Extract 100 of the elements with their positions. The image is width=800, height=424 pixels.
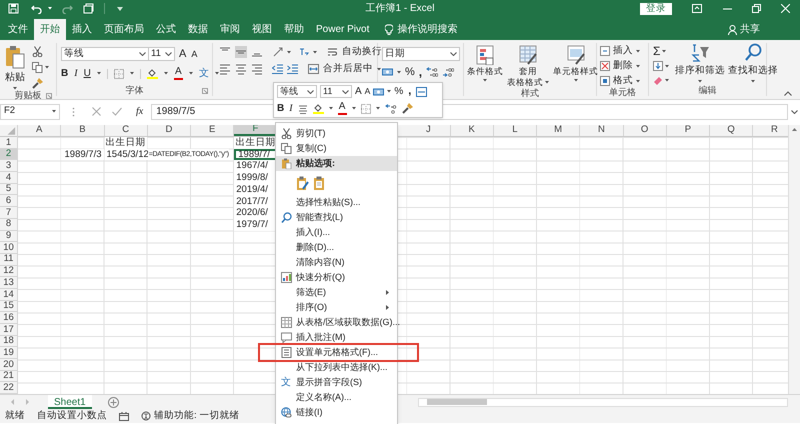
column-header[interactable]: M (537, 125, 580, 136)
column-header[interactable]: Q (710, 125, 754, 136)
caret-icon[interactable] (45, 66, 49, 69)
format-painter-icon[interactable] (32, 78, 43, 89)
caret-icon[interactable] (328, 107, 333, 110)
vertical-scrollbar[interactable] (788, 125, 800, 394)
ribbon-tab[interactable]: 帮助 (278, 19, 310, 40)
dialog-launcher-icon[interactable] (202, 88, 208, 94)
caret-icon[interactable] (397, 70, 401, 74)
tell-me-search[interactable]: 操作说明搜索 (397, 22, 458, 37)
menu-item[interactable]: 显示拼音字段(S) (296, 376, 362, 390)
undo-icon[interactable] (31, 4, 42, 14)
decrease-decimal-icon[interactable] (442, 67, 454, 77)
borders-icon[interactable] (114, 68, 124, 78)
table-cell[interactable]: 出生日期 (104, 137, 147, 149)
font-name-dropdown[interactable]: 等线 (61, 47, 149, 61)
insert-cells-button[interactable]: 插入 (600, 45, 640, 57)
caret-icon[interactable] (352, 107, 356, 110)
row-header[interactable]: 8 (0, 218, 18, 230)
column-header[interactable]: B (61, 125, 104, 136)
caret-icon[interactable] (313, 50, 317, 54)
menu-item[interactable]: 智能查找(L) (296, 210, 343, 224)
table-cell[interactable]: 2017/7/ (234, 195, 276, 208)
row-header[interactable]: 14 (0, 288, 18, 301)
menu-item[interactable]: 剪切(T) (296, 126, 326, 140)
font-color-button[interactable]: A (338, 102, 347, 115)
row-header[interactable]: 22 (0, 382, 18, 394)
increase-indent-icon[interactable] (287, 64, 298, 74)
caret-icon[interactable] (665, 78, 669, 82)
cell-styles-button[interactable]: 单元格样式 (552, 45, 599, 82)
format-as-table-button[interactable]: 套用 表格格式 (506, 45, 550, 88)
table-cell[interactable]: 出生日期 (234, 137, 276, 149)
phonetic-guide-button[interactable]: 文 (198, 68, 209, 78)
share-button[interactable]: 共享 (740, 22, 760, 37)
menu-item[interactable]: 清除内容(N) (296, 256, 344, 270)
menu-item[interactable]: 筛选(E) (296, 286, 326, 300)
column-header[interactable]: O (624, 125, 667, 136)
font-size-dropdown[interactable]: 11 (149, 47, 175, 61)
bold-button[interactable]: B (277, 104, 284, 114)
login-button[interactable]: 登录 (640, 2, 672, 14)
font-name-dropdown[interactable]: 等线 (277, 85, 317, 98)
menu-item[interactable]: 删除(D)... (296, 240, 334, 254)
menu-item[interactable]: 复制(C) (296, 142, 326, 156)
percent-button[interactable]: % (394, 86, 404, 96)
row-header[interactable]: 9 (0, 230, 18, 242)
paste-button[interactable]: 粘贴 (0, 43, 30, 90)
person-icon[interactable] (728, 24, 737, 34)
eraser-icon[interactable] (653, 75, 663, 85)
customize-caret-icon[interactable] (117, 6, 123, 10)
align-left-icon[interactable] (219, 63, 231, 75)
align-right-icon[interactable] (251, 63, 263, 75)
ribbon-tab[interactable]: 审阅 (214, 19, 246, 40)
wrap-text-button[interactable]: 自动换行 (342, 47, 382, 57)
find-select-button[interactable]: 查找和选择 (728, 43, 778, 85)
column-header[interactable]: P (666, 125, 710, 136)
grow-font-button[interactable]: A (179, 48, 186, 60)
conditional-formatting-button[interactable]: 条件格式 (466, 45, 504, 82)
row-header[interactable]: 3 (0, 160, 18, 172)
column-header[interactable]: J (407, 125, 450, 136)
format-cells-button[interactable]: 格式 (600, 75, 640, 87)
row-header[interactable]: 7 (0, 207, 18, 219)
caret-icon[interactable] (96, 72, 101, 75)
lightbulb-icon[interactable] (385, 24, 394, 35)
horizontal-scrollbar[interactable] (418, 398, 788, 407)
number-format-dropdown[interactable]: 日期 (382, 47, 460, 61)
scissors-icon[interactable] (32, 46, 43, 57)
insert-function-button[interactable]: fx (136, 104, 144, 119)
copy-icon[interactable] (32, 62, 43, 73)
row-header[interactable]: 11 (0, 254, 18, 266)
ribbon-tab[interactable]: 页面布局 (98, 19, 150, 40)
increase-decimal-icon[interactable] (426, 67, 438, 77)
increase-decimal-icon[interactable] (384, 104, 397, 114)
row-header[interactable]: 2 (0, 148, 18, 160)
ribbon-display-icon[interactable] (692, 4, 702, 13)
caret-icon[interactable] (376, 107, 380, 110)
save-icon[interactable] (8, 3, 19, 14)
caret-icon[interactable] (287, 50, 291, 54)
ribbon-tab[interactable]: 文件 (2, 19, 34, 40)
orientation-icon[interactable] (273, 47, 283, 57)
percent-button[interactable]: % (405, 66, 415, 78)
caret-icon[interactable] (130, 72, 134, 75)
menu-item[interactable]: 从下拉列表中选择(K)... (296, 360, 388, 374)
row-header[interactable]: 18 (0, 336, 18, 348)
wrap-text-icon[interactable] (327, 47, 338, 57)
menu-item[interactable]: 从表格/区域获取数据(G)... (296, 316, 400, 330)
table-cell[interactable]: 1545/3/12 (104, 148, 149, 160)
row-header[interactable]: 20 (0, 359, 18, 371)
table-cell[interactable]: 1989/7/3 (61, 148, 104, 160)
menu-item[interactable]: 插入(I)... (296, 226, 330, 240)
fill-color-icon[interactable] (146, 68, 158, 79)
row-header[interactable]: 10 (0, 242, 18, 254)
row-header[interactable]: 1 (0, 137, 18, 149)
column-header[interactable]: C (104, 125, 148, 136)
menu-item[interactable]: 插入批注(M) (296, 330, 346, 344)
caret-icon[interactable] (665, 64, 669, 68)
menu-item[interactable]: 排序(O) (296, 300, 327, 314)
caret-icon[interactable] (164, 72, 168, 75)
row-header[interactable]: 6 (0, 195, 18, 208)
format-painter-icon[interactable] (402, 103, 413, 114)
merge-center-icon[interactable] (308, 64, 319, 74)
